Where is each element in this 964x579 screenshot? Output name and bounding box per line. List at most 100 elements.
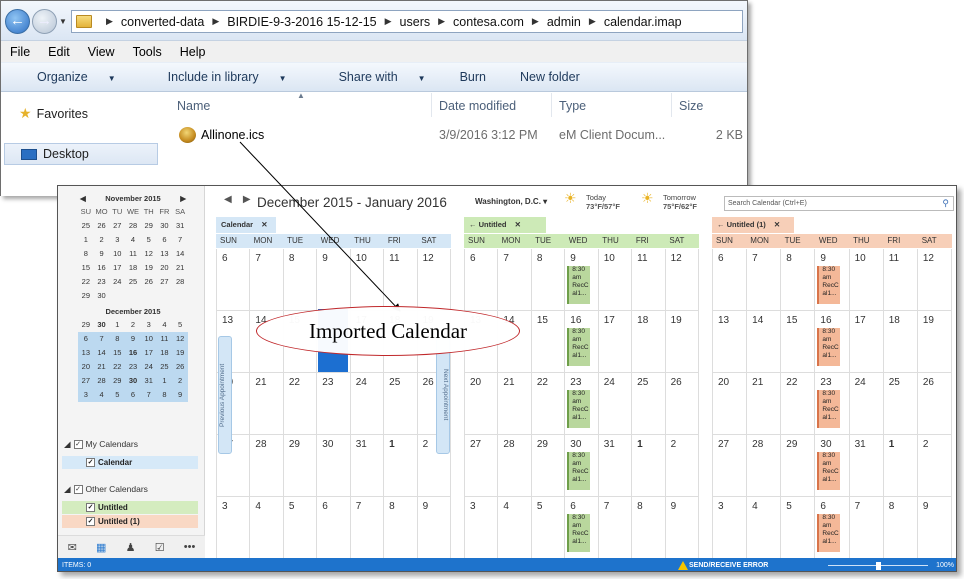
prev-period-icon[interactable]: ◀ [224, 194, 232, 205]
event-block[interactable]: 8:30 am RecC al1... [567, 328, 591, 366]
mini-calendar-day[interactable]: 29 [109, 374, 126, 388]
day-cell[interactable]: 20 [713, 373, 748, 435]
day-cell[interactable]: 19 [917, 311, 952, 373]
column-divider[interactable] [551, 93, 552, 117]
mini-calendar-day[interactable]: 21 [93, 360, 110, 374]
mini-calendar-day[interactable]: 1 [156, 374, 173, 388]
mini-calendar-day[interactable]: 11 [156, 332, 173, 346]
day-cell[interactable]: 6 8:30 am RecC al1... [815, 497, 850, 559]
day-cell[interactable]: 7 [498, 249, 532, 311]
menu-edit[interactable]: Edit [39, 45, 79, 59]
day-cell[interactable]: 29 [283, 435, 318, 497]
day-cell[interactable]: 25 [632, 373, 666, 435]
day-cell[interactable]: 6 [465, 249, 499, 311]
mini-calendar-day[interactable]: 5 [141, 233, 157, 247]
tab-untitled[interactable]: ← Untitled ✕ [464, 217, 546, 233]
mini-calendar-day[interactable]: 29 [78, 318, 94, 332]
mini-calendar-day[interactable]: 6 [157, 233, 173, 247]
day-cell[interactable]: 12 [917, 249, 952, 311]
zoom-slider-handle[interactable] [876, 562, 881, 570]
mini-calendar-day[interactable]: 8 [109, 332, 126, 346]
day-cell[interactable]: 10 [350, 249, 385, 311]
day-cell[interactable]: 28 [250, 435, 284, 497]
event-block[interactable]: 8:30 am RecC al1... [817, 514, 841, 552]
mini-calendar-day[interactable]: 8 [78, 247, 94, 261]
day-cell[interactable]: 19 [665, 311, 699, 373]
day-cell[interactable]: 26 [665, 373, 699, 435]
menu-file[interactable]: File [1, 45, 39, 59]
my-calendars-header[interactable]: ◢ ✓ My Calendars [64, 439, 138, 450]
day-cell[interactable]: 20 [465, 373, 499, 435]
mini-calendar-day[interactable]: 1 [78, 233, 94, 247]
mini-calendar-day[interactable]: 29 [141, 219, 157, 233]
previous-appointment-tab[interactable]: Previous Appointment [218, 336, 232, 454]
day-cell[interactable]: 15 [781, 311, 816, 373]
day-cell[interactable]: 13 [713, 311, 748, 373]
mini-calendar-day[interactable]: 10 [109, 247, 125, 261]
mini-calendar-day[interactable]: 23 [94, 275, 110, 289]
day-cell[interactable]: 2 [917, 435, 952, 497]
search-icon[interactable]: ⚲ [942, 197, 949, 210]
breadcrumb-item[interactable]: contesa.com [453, 15, 524, 29]
column-date[interactable]: Date modified [439, 99, 516, 113]
mini-calendar-day[interactable]: 30 [94, 318, 110, 332]
day-cell[interactable]: 16 8:30 am RecC al1... [815, 311, 850, 373]
mini-calendar-day[interactable]: 9 [94, 247, 110, 261]
mini-calendar-day[interactable]: 26 [172, 360, 188, 374]
day-cell[interactable]: 31 [598, 435, 633, 497]
mini-calendar-day[interactable]: 18 [156, 346, 173, 360]
day-cell[interactable]: 22 [531, 373, 566, 435]
mini-calendar-day[interactable]: 28 [172, 275, 188, 289]
event-block[interactable]: 8:30 am RecC al1... [567, 266, 591, 304]
mini-calendar-day[interactable]: 30 [94, 289, 110, 303]
day-cell[interactable]: 9 [665, 497, 699, 559]
recent-pages-dropdown[interactable]: ▼ [59, 17, 67, 26]
day-cell[interactable]: 24 [849, 373, 884, 435]
day-cell[interactable]: 8 [531, 249, 566, 311]
day-cell[interactable]: 22 [283, 373, 318, 435]
back-button[interactable]: ← [5, 9, 30, 34]
column-name[interactable]: Name [177, 99, 210, 113]
day-cell[interactable]: 21 [747, 373, 782, 435]
contacts-icon[interactable]: ♟ [126, 541, 136, 554]
mini-calendar-day[interactable]: 9 [125, 332, 141, 346]
day-cell[interactable]: 6 [713, 249, 748, 311]
mini-calendar-day[interactable]: 11 [125, 247, 141, 261]
organize-button[interactable]: Organize ▼ [1, 70, 132, 84]
day-cell[interactable]: 3 [713, 497, 748, 559]
day-cell[interactable]: 9 [917, 497, 952, 559]
mini-calendar-day[interactable]: 13 [157, 247, 173, 261]
day-cell[interactable]: 1 [632, 435, 666, 497]
day-cell[interactable]: 5 [531, 497, 566, 559]
day-cell[interactable]: 14 [747, 311, 782, 373]
event-block[interactable]: 8:30 am RecC al1... [817, 390, 841, 428]
day-cell[interactable]: 8 [632, 497, 666, 559]
day-cell[interactable]: 11 [384, 249, 418, 311]
day-cell[interactable]: 23 8:30 am RecC al1... [815, 373, 850, 435]
day-cell[interactable]: 2 [665, 435, 699, 497]
tasks-icon[interactable]: ☑ [155, 541, 165, 554]
mini-calendar-day[interactable]: 30 [157, 219, 173, 233]
mini-calendar-day[interactable]: 28 [93, 374, 110, 388]
day-cell[interactable]: 9 [317, 249, 351, 311]
mini-calendar-day[interactable]: 5 [172, 318, 188, 332]
mail-icon[interactable]: ✉ [68, 541, 77, 554]
day-cell[interactable]: 11 [632, 249, 666, 311]
mini-calendar-day[interactable]: 5 [109, 388, 126, 402]
calendar-item-untitled-1[interactable]: ✓ Untitled (1) [62, 515, 198, 528]
checkbox[interactable]: ✓ [73, 440, 83, 450]
other-calendars-header[interactable]: ◢ ✓ Other Calendars [64, 484, 148, 495]
breadcrumb-item[interactable]: converted-data [121, 15, 204, 29]
mini-calendar-day[interactable]: 25 [125, 275, 141, 289]
mini-calendar-day[interactable]: 6 [125, 388, 141, 402]
mini-calendar-day[interactable]: 14 [93, 346, 110, 360]
day-cell[interactable]: 30 8:30 am RecC al1... [565, 435, 599, 497]
breadcrumb-item[interactable]: calendar.imap [604, 15, 682, 29]
mini-calendar-day[interactable]: 27 [109, 219, 125, 233]
mini-calendar-day[interactable]: 7 [140, 388, 157, 402]
day-cell[interactable]: 24 [598, 373, 633, 435]
day-cell[interactable]: 26 [917, 373, 952, 435]
event-block[interactable]: 8:30 am RecC al1... [567, 514, 591, 552]
column-divider[interactable] [431, 93, 432, 117]
mini-calendar-day[interactable]: 20 [157, 261, 173, 275]
